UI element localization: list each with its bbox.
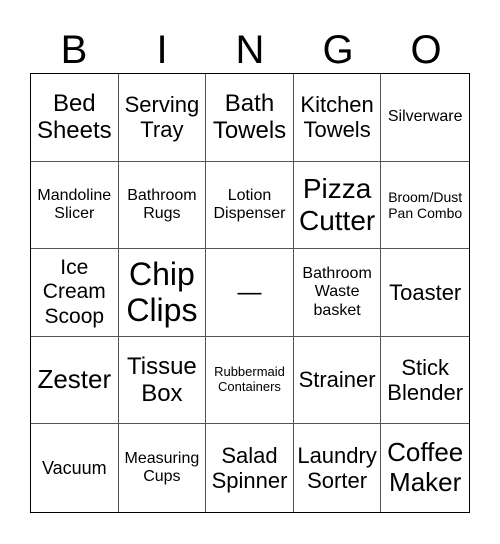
bingo-cell[interactable]: Rubbermaid Containers bbox=[206, 336, 294, 425]
bingo-cell[interactable]: Measuring Cups bbox=[119, 424, 207, 512]
bingo-cell[interactable]: Ice Cream Scoop bbox=[31, 249, 119, 337]
bingo-cell[interactable]: Zester bbox=[31, 336, 119, 425]
bingo-cell[interactable]: Chip Clips bbox=[118, 249, 207, 337]
bingo-cell[interactable]: Kitchen Towels bbox=[293, 74, 382, 162]
bingo-cell[interactable]: Lotion Dispenser bbox=[206, 161, 294, 250]
bingo-cell[interactable]: Tissue Box bbox=[118, 336, 207, 425]
bingo-cell[interactable]: Bed Sheets bbox=[31, 74, 119, 162]
bingo-cell[interactable]: Stick Blender bbox=[381, 337, 469, 425]
bingo-cell[interactable]: Vacuum bbox=[31, 424, 119, 512]
bingo-cell[interactable]: Strainer bbox=[293, 336, 382, 425]
bingo-cell[interactable]: — bbox=[206, 249, 294, 337]
bingo-cell[interactable]: Serving Tray bbox=[118, 74, 207, 162]
bingo-cell[interactable]: Coffee Maker bbox=[381, 424, 469, 512]
bingo-grid: Bed Sheets Serving Tray Bath Towels Kitchen… bbox=[30, 73, 470, 513]
header-letter-o: O bbox=[410, 28, 442, 72]
bingo-cell[interactable]: Pizza Cutter bbox=[293, 161, 382, 250]
bingo-cell[interactable]: Bathroom Rugs bbox=[118, 161, 207, 250]
header-letter-n: N bbox=[235, 28, 265, 72]
bingo-cell[interactable]: Salad Spinner bbox=[206, 424, 294, 512]
header-letter-i: I bbox=[156, 28, 168, 72]
header-letter-b: B bbox=[60, 28, 88, 72]
header-letter-g: G bbox=[322, 28, 354, 72]
bingo-cell[interactable]: Bathroom Waste basket bbox=[293, 249, 382, 337]
bingo-cell[interactable]: Bath Towels bbox=[206, 74, 294, 162]
bingo-cell[interactable]: Mandoline Slicer bbox=[31, 161, 119, 250]
bingo-cell[interactable]: Laundry Sorter bbox=[294, 424, 382, 512]
bingo-cell[interactable]: Broom/Dust Pan Combo bbox=[381, 162, 469, 250]
bingo-cell[interactable]: Silverware bbox=[381, 74, 469, 162]
bingo-cell[interactable]: Toaster bbox=[381, 249, 469, 337]
